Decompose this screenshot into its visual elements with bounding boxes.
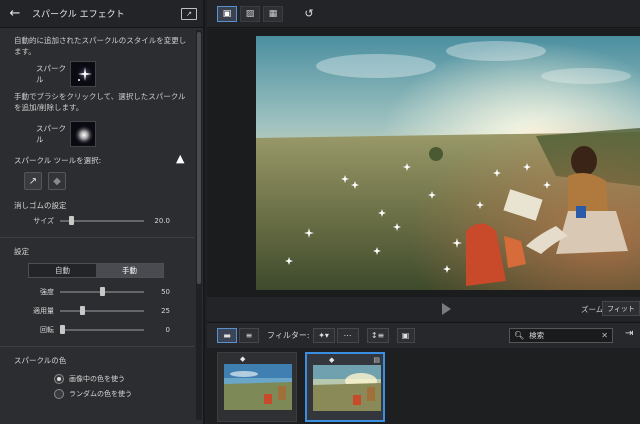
library-thumbnail-selected[interactable]: ◆ ▤ (305, 352, 385, 422)
tag-filter-icon[interactable]: ✦▾ (312, 328, 335, 343)
playback-bar: ズーム: フィット (207, 297, 640, 321)
color-option-image-label: 画像中の色を使う (69, 375, 125, 383)
tool-row: ↗ ◆ (24, 172, 194, 190)
play-icon[interactable] (442, 303, 451, 315)
preview-photo[interactable] (256, 36, 640, 290)
search-input[interactable]: 検索 (529, 330, 544, 341)
amount-value: 25 (161, 307, 170, 315)
amount-slider-knob[interactable] (79, 306, 85, 315)
divider (0, 237, 194, 238)
size-slider[interactable] (60, 216, 144, 225)
filter-label: フィルター: (267, 331, 310, 340)
color-option-random-label: ランダムの色を使う (69, 390, 132, 398)
color-option-random[interactable]: ランダムの色を使う (54, 389, 194, 399)
sparkle-eraser-icon[interactable]: ◆ (48, 172, 66, 190)
import-icon[interactable]: ⇥ (625, 328, 633, 339)
sparkle-brush-swatch[interactable] (70, 121, 96, 147)
export-icon[interactable]: ↗ (181, 7, 197, 20)
clear-search-icon[interactable]: ✕ (601, 331, 608, 340)
sparkle-label: スパークル (36, 64, 66, 84)
size-value: 20.0 (154, 217, 170, 225)
stack-icon[interactable]: ▣ (396, 328, 415, 343)
grid-view-icon[interactable]: ▦ (263, 5, 283, 22)
sort-icon[interactable]: ↕≡ (366, 328, 389, 343)
amount-label: 適用量 (33, 307, 54, 315)
radio-button[interactable] (54, 374, 64, 384)
tool-select-label: スパークル ツールを選択: (14, 156, 102, 165)
amount-slider[interactable] (60, 306, 144, 315)
eraser-settings-label: 消しゴムの設定 (14, 201, 67, 210)
intensity-slider-knob[interactable] (99, 287, 105, 296)
rotation-slider-row: 回転 0 (0, 324, 194, 336)
sparkle-label: スパークル (36, 124, 66, 144)
compare-view-icon[interactable]: ▨ (240, 5, 260, 22)
rotation-label: 回転 (40, 326, 54, 334)
thumbnail-view-icon[interactable]: ▬ (217, 328, 237, 343)
rotation-slider[interactable] (60, 325, 144, 334)
mode-toggle: 自動 手動 (28, 263, 164, 278)
view-toolbar: ▣ ▨ ▦ ↺ (207, 0, 640, 28)
panel-scroll-thumb[interactable] (197, 32, 201, 284)
sparkle-brush-add-icon[interactable]: ↗ (24, 172, 42, 190)
color-option-image[interactable]: 画像中の色を使う (54, 374, 194, 384)
zoom-dropdown[interactable]: フィット (602, 301, 640, 316)
tag-icon: ◆ (240, 355, 246, 363)
single-view-icon[interactable]: ▣ (217, 5, 237, 22)
list-view-icon[interactable]: ≡ (239, 328, 259, 343)
thumbnail-image (224, 364, 292, 410)
mouse-cursor-icon: ▲ (176, 152, 185, 165)
panel-content: 自動的に追加されたスパークルのスタイルを変更します。 スパークル 手動でブラシを… (0, 29, 194, 399)
intensity-label: 強度 (40, 288, 54, 296)
intensity-slider[interactable] (60, 287, 144, 296)
mode-manual-button[interactable]: 手動 (96, 264, 163, 277)
edited-layers-icon: ▤ (373, 356, 380, 364)
sparkle-style-row-1: スパークル (36, 61, 194, 87)
more-filter-icon[interactable]: ⋯ (336, 328, 359, 343)
app-window: ← スパークル エフェクト ↗ 自動的に追加されたスパークルのスタイルを変更しま… (0, 0, 640, 424)
search-icon: 🔍︎ (514, 331, 525, 340)
panel-header: ← スパークル エフェクト ↗ (0, 0, 203, 28)
manual-description: 手動でブラシをクリックして、選択したスパークルを追加/削除します。 (14, 92, 186, 112)
library-strip: ◆ ◆ ▤ (207, 348, 640, 424)
search-box[interactable]: 🔍︎ 検索 ✕ (509, 328, 613, 343)
thumbnail-image (313, 365, 381, 411)
auto-description: 自動的に追加されたスパークルのスタイルを変更します。 (14, 36, 187, 56)
radio-button[interactable] (54, 389, 64, 399)
size-label: サイズ (33, 217, 54, 225)
intensity-slider-row: 強度 50 (0, 286, 194, 298)
sparkle-style-row-2: スパークル (36, 121, 194, 147)
panel-title: スパークル エフェクト (32, 10, 125, 20)
tag-icon: ◆ (329, 356, 335, 364)
library-thumbnail[interactable]: ◆ (217, 352, 297, 422)
back-arrow-icon[interactable]: ← (6, 6, 24, 22)
rotate-icon[interactable]: ↺ (300, 6, 318, 22)
divider (0, 346, 194, 347)
intensity-value: 50 (161, 288, 170, 296)
size-slider-row: サイズ 20.0 (0, 215, 194, 227)
filter-bar: ▬ ≡ フィルター: ✦▾ ⋯ ↕≡ ▣ 🔍︎ 検索 ✕ ⇥ (207, 322, 640, 348)
size-slider-knob[interactable] (69, 216, 75, 225)
mode-auto-button[interactable]: 自動 (29, 264, 96, 277)
sparkle-effect-panel: ← スパークル エフェクト ↗ 自動的に追加されたスパークルのスタイルを変更しま… (0, 0, 205, 424)
rotation-slider-knob[interactable] (60, 325, 65, 334)
amount-slider-row: 適用量 25 (0, 305, 194, 317)
sparkle-style-swatch[interactable] (70, 61, 96, 87)
sparkle-color-label: スパークルの色 (14, 356, 67, 365)
settings-label: 設定 (14, 247, 29, 256)
rotation-value: 0 (165, 326, 170, 334)
